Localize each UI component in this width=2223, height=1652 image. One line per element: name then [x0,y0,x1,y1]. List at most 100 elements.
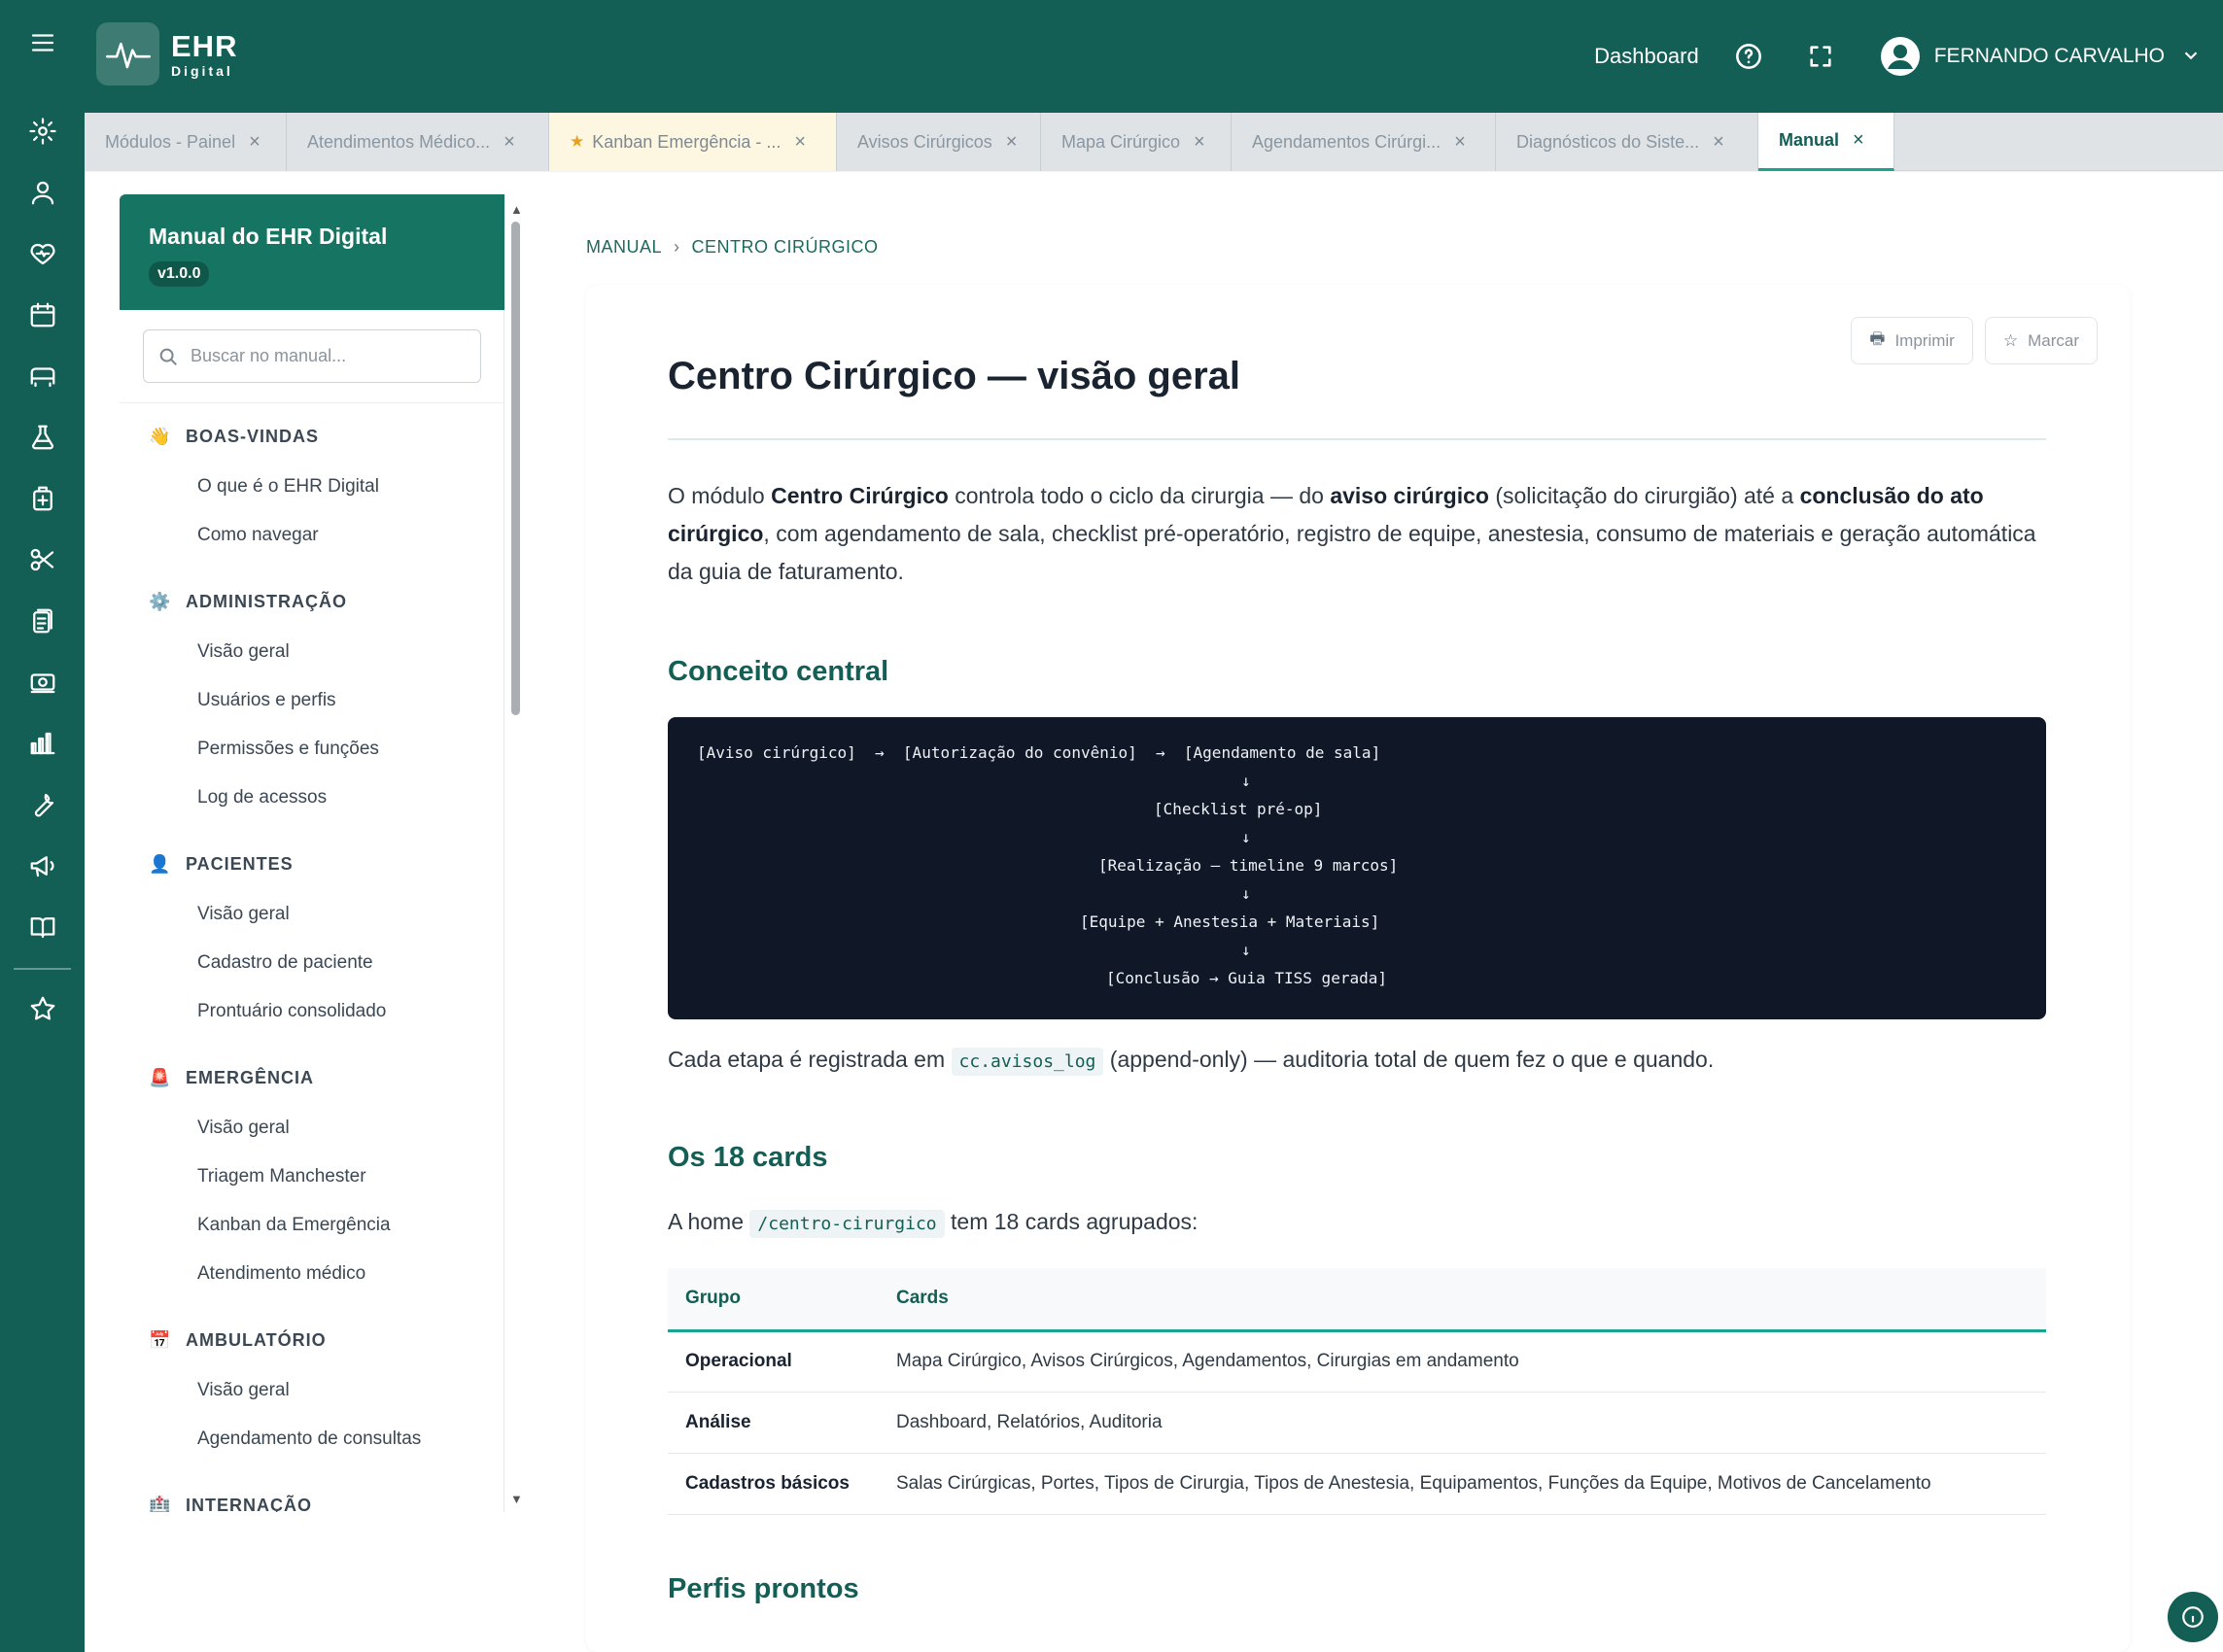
dashboard-link[interactable]: Dashboard [1594,44,1699,69]
close-icon[interactable]: × [1454,131,1466,154]
scissors-icon[interactable] [0,534,85,585]
para-text: (append-only) — auditoria total de quem … [1103,1047,1715,1072]
nav-section-header[interactable]: ⚙️ ADMINISTRAÇÃO [149,575,504,628]
chevron-down-icon[interactable] [2180,45,2204,68]
nav-item[interactable]: Cadastro de paciente [149,939,504,987]
nav-item[interactable]: Visão geral [149,1366,504,1415]
tab-avisos-cirurgicos[interactable]: Avisos Cirúrgicos × [837,113,1041,171]
hamburger-menu-icon[interactable] [0,17,85,68]
close-icon[interactable]: × [794,131,806,154]
nav-item[interactable]: O que é o EHR Digital [149,463,504,511]
tab-diagnosticos-sistema[interactable]: Diagnósticos do Siste... × [1496,113,1758,171]
nav-item[interactable]: Log de acessos [149,774,504,822]
bar-chart-icon[interactable] [0,718,85,769]
sidebar-scrollbar[interactable]: ▲ ▼ [506,194,526,1512]
manual-search[interactable] [143,329,481,383]
code-line: [Realização — timeline 9 marcos] [1098,856,1399,875]
nav-item[interactable]: Como navegar [149,511,504,560]
table-cell-cards: Dashboard, Relatórios, Auditoria [879,1392,2046,1454]
flask-icon[interactable] [0,412,85,463]
tab-bar: Módulos - Painel × Atendimentos Médico...… [85,113,2223,171]
nav-item[interactable]: Prontuário consolidado [149,987,504,1036]
breadcrumb-current: CENTRO CIRÚRGICO [691,237,879,257]
nav-item[interactable]: Visão geral [149,628,504,676]
nav-item[interactable]: Visão geral [149,1104,504,1153]
tab-agendamentos-cirurgicos[interactable]: Agendamentos Cirúrgi... × [1232,113,1496,171]
tab-modulos-painel[interactable]: Módulos - Painel × [85,113,287,171]
nav-section-header[interactable]: 👋 BOAS-VINDAS [149,410,504,463]
print-button[interactable]: 🖶 Imprimir [1851,317,1973,364]
intro-paragraph: O módulo Centro Cirúrgico controla todo … [668,477,2046,591]
scrollbar-thumb[interactable] [511,222,520,715]
nav-section-header[interactable]: 👤 PACIENTES [149,838,504,890]
printer-icon: 🖶 [1869,329,1886,348]
logo-subtitle: Digital [171,62,233,79]
user-icon[interactable] [0,167,85,218]
close-icon[interactable]: × [249,131,261,154]
document-actions: 🖶 Imprimir ☆ Marcar [1851,317,2098,364]
nav-section-ambulatorio: 📅 AMBULATÓRIO Visão geral Agendamento de … [120,1314,504,1463]
gear-icon: ⚙️ [149,591,172,611]
nav-section-header[interactable]: 🏥 INTERNAÇÃO [149,1479,504,1513]
heart-pulse-icon[interactable] [0,228,85,279]
waving-hand-icon: 👋 [149,426,172,446]
avatar[interactable] [1880,36,1921,77]
help-icon[interactable] [1734,42,1763,71]
cards-table: Grupo Cards Operacional Mapa Cirúrgico, … [668,1268,2046,1515]
tab-mapa-cirurgico[interactable]: Mapa Cirúrgico × [1041,113,1232,171]
close-icon[interactable]: × [1006,131,1018,154]
breadcrumb: MANUAL › CENTRO CIRÚRGICO [586,237,879,258]
star-icon: ★ [570,132,585,151]
bed-icon[interactable] [0,351,85,401]
search-input[interactable] [191,346,463,366]
person-icon: 👤 [149,853,172,874]
megaphone-icon[interactable] [0,841,85,891]
close-icon[interactable]: × [504,131,515,154]
book-icon[interactable] [0,902,85,952]
nav-item[interactable]: Kanban da Emergência [149,1201,504,1250]
tab-label: Mapa Cirúrgico [1061,131,1181,152]
manual-title: Manual do EHR Digital [149,224,388,249]
breadcrumb-separator-icon: › [674,237,680,257]
user-name[interactable]: FERNANDO CARVALHO [1934,45,2165,68]
gear-icon[interactable] [0,106,85,156]
code-line: [Equipe + Anestesia + Materiais] [1080,912,1380,931]
money-icon[interactable] [0,657,85,707]
nav-section-internacao: 🏥 INTERNAÇÃO [120,1479,504,1513]
search-icon [159,348,177,365]
section-title: PACIENTES [186,853,294,874]
nav-section-header[interactable]: 📅 AMBULATÓRIO [149,1314,504,1366]
nav-section-header[interactable]: 🚨 EMERGÊNCIA [149,1051,504,1104]
table-header-row: Grupo Cards [668,1268,2046,1332]
close-icon[interactable]: × [1194,131,1205,154]
nav-item[interactable]: Atendimento médico [149,1250,504,1298]
table-cell-cards: Mapa Cirúrgico, Avisos Cirúrgicos, Agend… [879,1330,2046,1393]
app-logo[interactable]: EHR Digital [96,22,237,86]
nav-item[interactable]: Visão geral [149,890,504,939]
tab-kanban-emergencia[interactable]: ★ Kanban Emergência - ... × [549,113,837,171]
table-cell-group: Cadastros básicos [668,1453,879,1515]
nav-item[interactable]: Usuários e perfis [149,676,504,725]
fullscreen-icon[interactable] [1806,42,1835,71]
para-text: Cada etapa é registrada em [668,1047,952,1072]
medical-kit-icon[interactable] [0,473,85,524]
nav-item[interactable]: Permissões e funções [149,725,504,774]
close-icon[interactable]: × [1853,129,1864,152]
wrench-icon[interactable] [0,779,85,830]
close-icon[interactable]: × [1713,131,1724,154]
tab-label: Módulos - Painel [105,131,236,152]
scroll-up-arrow-icon[interactable]: ▲ [510,202,523,217]
star-icon[interactable] [0,983,85,1034]
table-header: Cards [879,1268,2046,1332]
scroll-down-arrow-icon[interactable]: ▼ [510,1492,523,1506]
bookmark-button[interactable]: ☆ Marcar [1984,317,2098,364]
code-line: [Conclusão → Guia TISS gerada] [1106,969,1387,987]
nav-item[interactable]: Triagem Manchester [149,1153,504,1201]
tab-manual[interactable]: Manual × [1758,113,1894,171]
calendar-icon[interactable] [0,290,85,340]
info-button[interactable] [2168,1592,2218,1642]
clipboard-icon[interactable] [0,596,85,646]
tab-atendimentos-medicos[interactable]: Atendimentos Médico... × [287,113,549,171]
breadcrumb-root[interactable]: MANUAL [586,237,662,257]
nav-item[interactable]: Agendamento de consultas [149,1415,504,1463]
